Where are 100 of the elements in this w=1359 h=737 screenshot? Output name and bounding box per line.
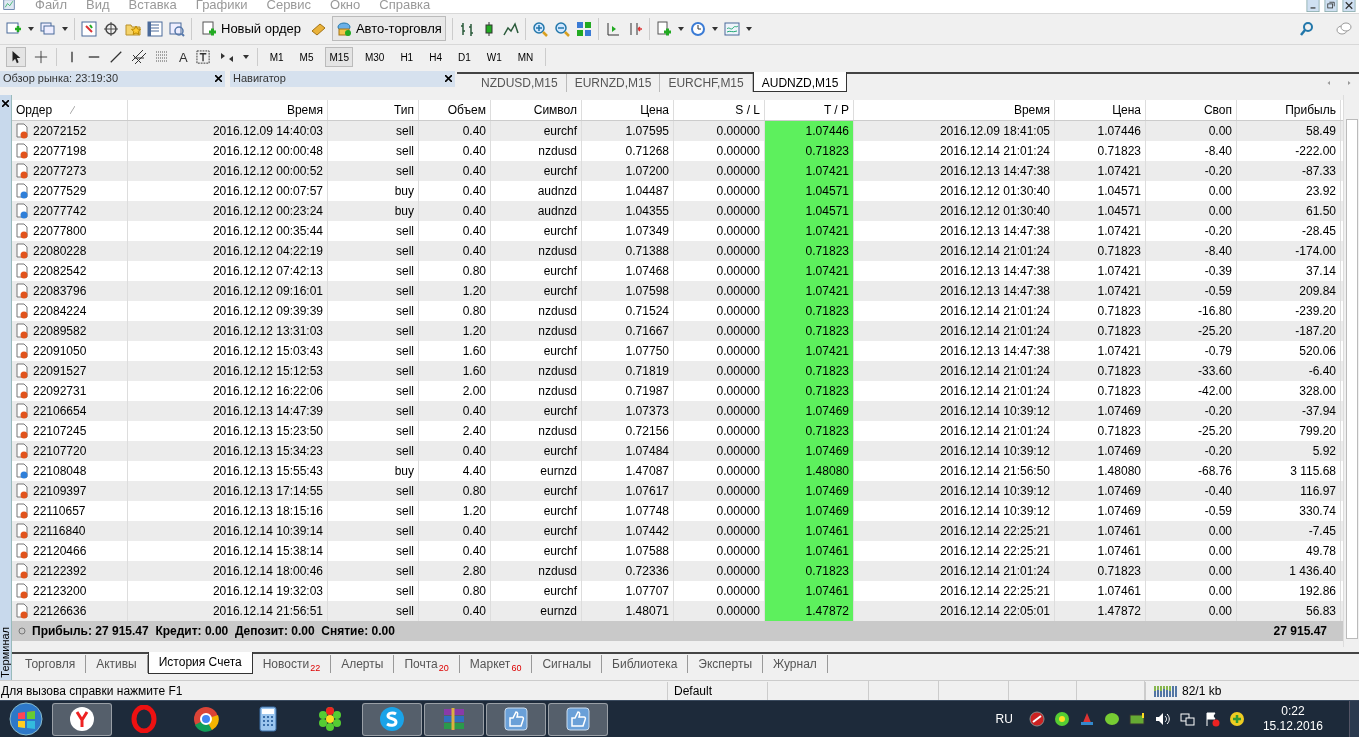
close-icon[interactable] <box>1341 0 1357 13</box>
table-cell: 330.74 <box>1237 500 1341 521</box>
restore-icon[interactable] <box>1323 0 1339 13</box>
column-header[interactable]: T / P <box>765 99 854 120</box>
terminal-tab[interactable]: Сигналы <box>532 655 603 674</box>
table-cell: sell <box>328 480 419 501</box>
profiles-icon[interactable] <box>40 20 56 37</box>
timeframe-button[interactable]: M1 <box>265 47 288 68</box>
plus-circle-icon[interactable] <box>1228 711 1245 727</box>
column-header[interactable]: Своп <box>1146 99 1237 120</box>
timeframe-button[interactable]: W1 <box>482 47 506 68</box>
table-cell: 0.80 <box>419 300 491 321</box>
timeframe-button[interactable]: M5 <box>295 47 318 68</box>
crosshair-icon[interactable] <box>103 20 119 37</box>
column-header[interactable]: Цена <box>582 99 674 120</box>
graphics-card-icon[interactable] <box>1128 711 1145 727</box>
table-cell: sell <box>328 580 419 601</box>
column-header[interactable]: Прибыль <box>1237 99 1341 120</box>
taskbar-app[interactable] <box>52 702 112 736</box>
channel-icon[interactable] <box>131 49 147 66</box>
chart-tab[interactable]: EURCHF,M15 <box>660 73 753 92</box>
speaker-icon[interactable] <box>1153 711 1170 727</box>
robot-hat-icon[interactable] <box>335 20 352 37</box>
close-icon[interactable] <box>215 75 222 83</box>
indicators-icon[interactable] <box>655 20 672 37</box>
close-icon[interactable] <box>2 99 9 107</box>
caret-icon[interactable] <box>711 26 718 31</box>
clock-icon[interactable] <box>689 20 706 37</box>
caret-icon[interactable] <box>62 26 68 31</box>
terminal-window-icon[interactable] <box>147 20 163 37</box>
table-cell: 1.07469 <box>1055 500 1146 521</box>
chart-window-icon[interactable] <box>2 0 16 11</box>
column-header[interactable]: Тип <box>328 99 419 120</box>
minimize-icon[interactable] <box>1305 0 1321 13</box>
clock-time[interactable]: 0:22 <box>1281 704 1305 719</box>
start-orb-icon[interactable] <box>8 701 44 737</box>
no-sign-icon[interactable] <box>1028 711 1045 727</box>
bar-chart-icon[interactable] <box>458 20 475 37</box>
auto-trading-button[interactable]: Авто-торговля <box>331 16 446 42</box>
chart-tab[interactable]: EURNZD,M15 <box>566 73 661 92</box>
clock-date[interactable]: 15.12.2016 <box>1262 719 1323 734</box>
table-cell-text: 22123200 <box>33 582 87 600</box>
timeframe-button[interactable]: M15 <box>325 47 353 68</box>
column-label: T / P <box>823 101 849 119</box>
terminal-tab[interactable]: Журнал <box>763 655 828 674</box>
column-header[interactable]: Символ <box>491 99 582 120</box>
new-order-button[interactable]: Новый ордер <box>198 16 304 41</box>
timeframe-button[interactable]: M30 <box>360 47 389 68</box>
caret-icon[interactable] <box>28 26 34 31</box>
line-chart-icon[interactable] <box>502 20 519 37</box>
column-header[interactable]: Время <box>128 99 328 120</box>
language-indicator[interactable]: RU <box>995 710 1013 728</box>
chart-tab[interactable]: NZDUSD,M15 <box>473 73 567 92</box>
terminal-tab[interactable]: История Счета <box>147 652 253 675</box>
column-header[interactable]: Ордер <box>12 99 128 120</box>
tile-windows-icon[interactable] <box>575 20 592 37</box>
column-header[interactable]: S / L <box>674 99 765 120</box>
column-header[interactable]: Цена <box>1055 99 1146 120</box>
speech-bubble-icon[interactable] <box>1103 711 1120 727</box>
new-chart-icon[interactable] <box>6 20 22 37</box>
timeframe-button[interactable]: D1 <box>454 47 475 68</box>
table-cell: 0.00 <box>1146 520 1237 541</box>
close-icon[interactable] <box>445 75 452 83</box>
zoom-out-icon[interactable] <box>553 20 570 37</box>
network-icon[interactable] <box>1178 711 1195 727</box>
column-header[interactable]: Время <box>854 99 1055 120</box>
table-cell: 2016.12.13 14:47:38 <box>854 260 1055 281</box>
terminal-tab[interactable]: Активы <box>86 655 148 674</box>
flower-icon[interactable] <box>1053 711 1070 727</box>
table-cell-text: 22110657 <box>33 502 86 520</box>
taskbar-app[interactable] <box>548 702 608 736</box>
text-tool-button[interactable]: A <box>179 50 188 64</box>
column-header[interactable]: Объем <box>419 99 491 120</box>
caret-icon[interactable] <box>242 55 249 60</box>
zoom-in-icon[interactable] <box>531 20 548 37</box>
timeframe-button[interactable]: H1 <box>396 47 418 68</box>
table-cell: nzdusd <box>491 420 582 441</box>
table-cell: 2016.12.12 16:22:06 <box>128 380 328 401</box>
text-label-icon[interactable] <box>195 49 211 65</box>
taskbar-app[interactable] <box>362 702 422 736</box>
timeframe-button[interactable]: MN <box>513 47 538 68</box>
timeframe-button[interactable]: H4 <box>425 47 446 68</box>
table-cell: 1.07461 <box>765 520 854 541</box>
terminal-tab[interactable]: Библиотека <box>602 655 689 674</box>
document-plus-icon[interactable] <box>201 20 217 37</box>
terminal-tab[interactable]: Эксперты <box>688 655 764 674</box>
trend-line-icon[interactable] <box>109 50 123 65</box>
taskbar-app[interactable] <box>424 702 484 736</box>
terminal-tab[interactable]: Алерты <box>331 655 395 674</box>
table-cell: 1.07707 <box>582 580 674 601</box>
caret-icon[interactable] <box>677 26 684 31</box>
terminal-tab[interactable]: Торговля <box>15 655 87 674</box>
table-cell: 56.83 <box>1237 600 1341 621</box>
search-icon[interactable] <box>1299 20 1315 37</box>
scrollbar-thumb[interactable] <box>1345 118 1358 639</box>
chart-shift-icon[interactable] <box>604 20 621 37</box>
taskbar-app[interactable] <box>486 702 546 736</box>
chart-tab[interactable]: AUDNZD,M15 <box>752 71 848 92</box>
caret-icon[interactable] <box>745 26 752 31</box>
flag-alert-icon[interactable] <box>1203 711 1220 727</box>
